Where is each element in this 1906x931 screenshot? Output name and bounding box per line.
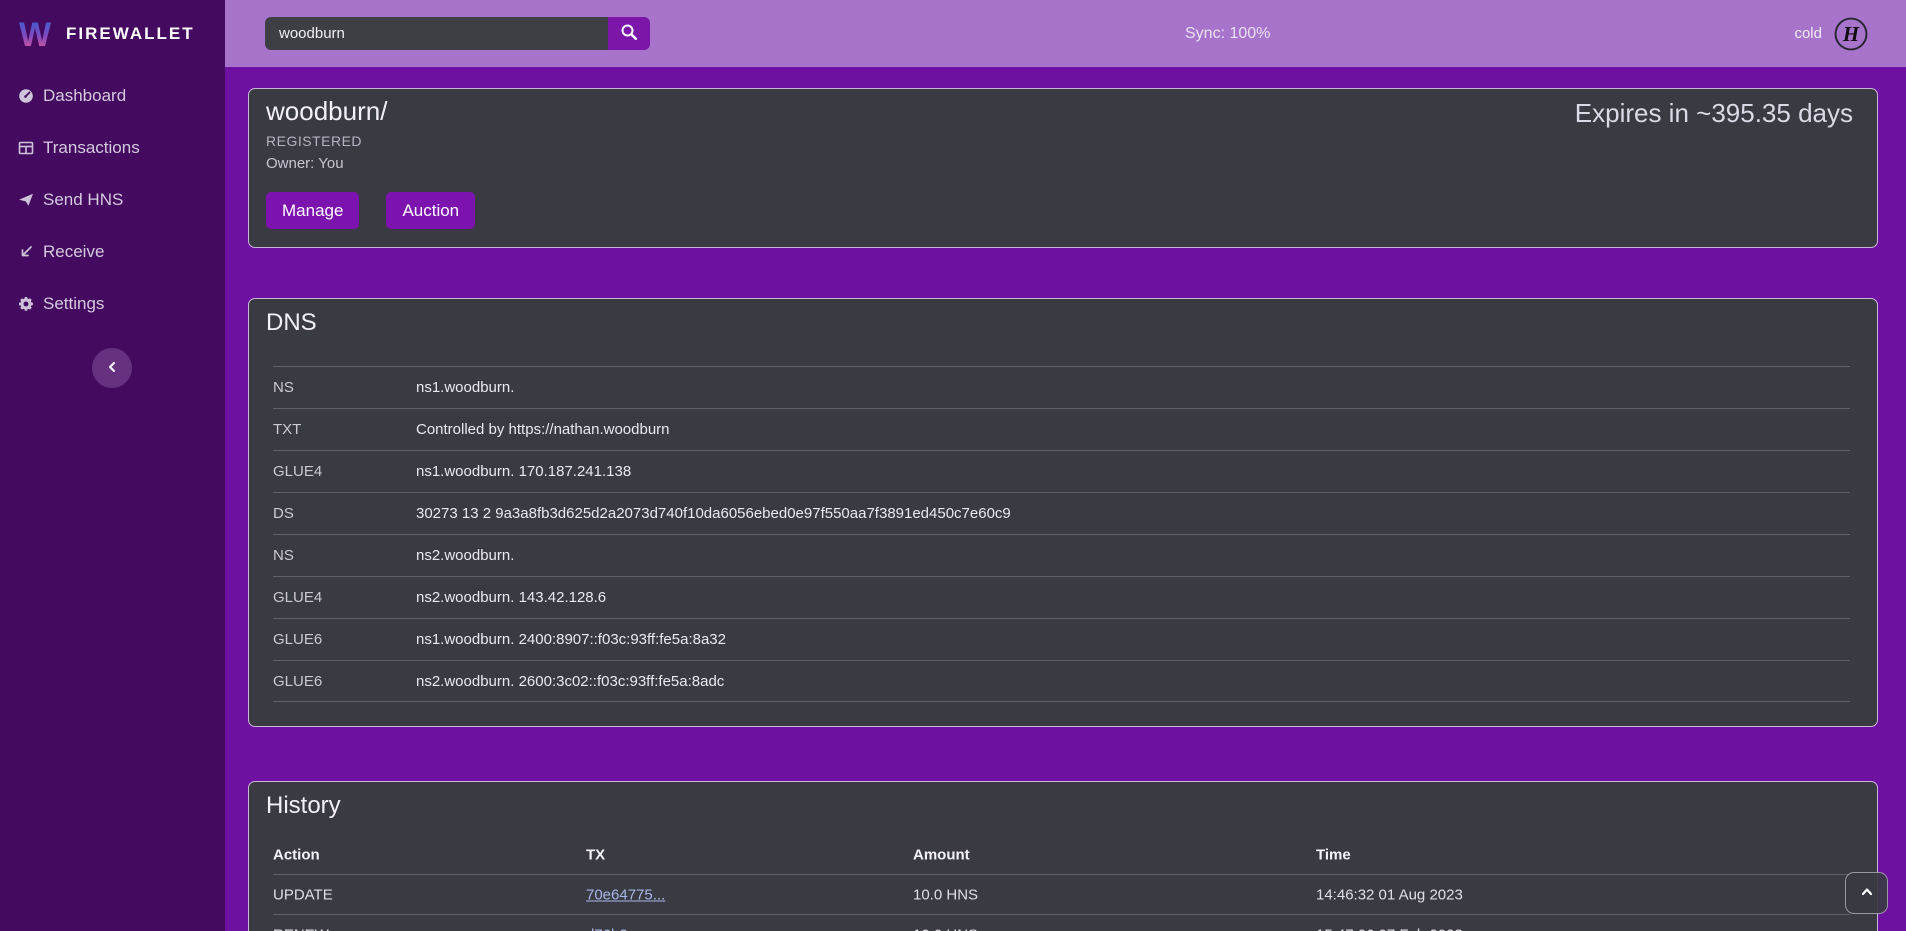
sidebar-item-receive[interactable]: Receive: [0, 226, 225, 278]
sidebar-item-settings[interactable]: Settings: [0, 278, 225, 330]
settings-icon: [18, 296, 34, 312]
domain-title: woodburn/: [266, 96, 387, 127]
send-icon: [18, 192, 34, 208]
sidebar-item-label: Send HNS: [43, 190, 123, 210]
dns-record-type: GLUE4: [273, 463, 416, 480]
domain-owner: Owner: You: [266, 155, 344, 172]
dns-record-type: NS: [273, 547, 416, 564]
history-rows: UPDATE 70e64775... 10.0 HNS 14:46:32 01 Aug…: [273, 874, 1850, 931]
history-table: Action TX Amount Time UPDATE 70e64775... 1…: [273, 835, 1850, 931]
history-amount: 10.0 HNS: [913, 926, 978, 931]
transactions-icon: [18, 140, 34, 156]
domain-card: woodburn/ REGISTERED Owner: You Manage A…: [248, 88, 1878, 248]
dns-record-value: ns1.woodburn. 170.187.241.138: [416, 463, 631, 480]
sidebar-item-send-hns[interactable]: Send HNS: [0, 174, 225, 226]
dns-title: DNS: [266, 309, 317, 337]
tx-link[interactable]: 70e64775...: [586, 886, 665, 903]
wallet-indicator: cold H: [1794, 0, 1868, 67]
dashboard-icon: [18, 88, 34, 104]
brand-name: FIREWALLET: [66, 24, 195, 44]
history-action: RENEW: [273, 926, 329, 931]
history-col-action: Action: [273, 846, 320, 863]
dns-record-type: GLUE6: [273, 673, 416, 690]
history-col-amount: Amount: [913, 846, 970, 863]
auction-button[interactable]: Auction: [386, 192, 475, 229]
history-header-row: Action TX Amount Time: [273, 835, 1850, 874]
history-time: 15:47:06 07 Feb 2023: [1316, 926, 1463, 931]
brand: W FIREWALLET: [0, 0, 225, 67]
chevron-left-icon: [105, 360, 119, 377]
dns-record-row: GLUE4ns2.woodburn. 143.42.128.6: [273, 576, 1850, 618]
svg-text:W: W: [19, 16, 52, 54]
search-input[interactable]: [265, 17, 608, 50]
sidebar-item-label: Receive: [43, 242, 104, 262]
tx-link[interactable]: d76b3a...: [586, 926, 649, 931]
dns-record-type: GLUE4: [273, 589, 416, 606]
chevron-up-icon: [1859, 884, 1875, 903]
search-icon: [620, 23, 638, 44]
sync-status: Sync: 100%: [1185, 0, 1270, 67]
dns-record-value: ns2.woodburn. 2600:3c02::f03c:93ff:fe5a:…: [416, 673, 724, 690]
search-group: [265, 17, 650, 50]
dns-card: DNS NSns1.woodburn.TXTControlled by http…: [248, 298, 1878, 727]
history-card: History Action TX Amount Time UPDATE 70e6…: [248, 781, 1878, 931]
dns-record-value: 30273 13 2 9a3a8fb3d625d2a2073d740f10da6…: [416, 505, 1011, 522]
dns-record-type: NS: [273, 379, 416, 396]
dns-record-row: GLUE6ns1.woodburn. 2400:8907::f03c:93ff:…: [273, 618, 1850, 660]
dns-record-row: GLUE4ns1.woodburn. 170.187.241.138: [273, 450, 1850, 492]
sidebar-collapse-button[interactable]: [92, 348, 132, 388]
handshake-icon: H: [1834, 17, 1868, 51]
domain-expiry: Expires in ~395.35 days: [1575, 98, 1853, 129]
main-content: woodburn/ REGISTERED Owner: You Manage A…: [225, 67, 1906, 931]
sidebar-item-dashboard[interactable]: Dashboard: [0, 70, 225, 122]
sidebar-nav: Dashboard Transactions Send HNS Receive Sett…: [0, 67, 225, 330]
domain-actions: Manage Auction: [266, 192, 475, 229]
dns-record-value: Controlled by https://nathan.woodburn: [416, 421, 670, 438]
receive-icon: [18, 244, 34, 260]
history-col-tx: TX: [586, 846, 605, 863]
dns-record-type: TXT: [273, 421, 416, 438]
wallet-name: cold: [1794, 25, 1822, 42]
sidebar-item-label: Settings: [43, 294, 104, 314]
svg-text:H: H: [1842, 21, 1860, 45]
dns-record-type: DS: [273, 505, 416, 522]
topbar: Sync: 100% cold H: [225, 0, 1906, 67]
dns-record-value: ns2.woodburn. 143.42.128.6: [416, 589, 606, 606]
history-action: UPDATE: [273, 886, 333, 903]
history-time: 14:46:32 01 Aug 2023: [1316, 886, 1463, 903]
history-row: UPDATE 70e64775... 10.0 HNS 14:46:32 01 Aug…: [273, 874, 1850, 914]
scroll-to-top-button[interactable]: [1845, 872, 1888, 914]
dns-record-row: TXTControlled by https://nathan.woodburn: [273, 408, 1850, 450]
dns-record-row: DS30273 13 2 9a3a8fb3d625d2a2073d740f10d…: [273, 492, 1850, 534]
dns-record-row: NSns1.woodburn.: [273, 366, 1850, 408]
history-amount: 10.0 HNS: [913, 886, 978, 903]
sidebar-item-label: Dashboard: [43, 86, 126, 106]
history-row: RENEW d76b3a... 10.0 HNS 15:47:06 07 Feb 20…: [273, 914, 1850, 931]
history-col-time: Time: [1316, 846, 1351, 863]
history-title: History: [266, 792, 341, 820]
sidebar-item-transactions[interactable]: Transactions: [0, 122, 225, 174]
dns-record-value: ns2.woodburn.: [416, 547, 514, 564]
sidebar-item-label: Transactions: [43, 138, 140, 158]
firewallet-logo-icon: W: [14, 13, 56, 55]
sidebar: W FIREWALLET Dashboard Transactions Send H…: [0, 0, 225, 931]
manage-button[interactable]: Manage: [266, 192, 359, 229]
dns-record-type: GLUE6: [273, 631, 416, 648]
dns-record-row: GLUE6ns2.woodburn. 2600:3c02::f03c:93ff:…: [273, 660, 1850, 702]
dns-record-value: ns1.woodburn.: [416, 379, 514, 396]
domain-status-badge: REGISTERED: [266, 133, 362, 149]
dns-record-row: NSns2.woodburn.: [273, 534, 1850, 576]
search-button[interactable]: [608, 17, 650, 50]
dns-record-value: ns1.woodburn. 2400:8907::f03c:93ff:fe5a:…: [416, 631, 726, 648]
dns-table: NSns1.woodburn.TXTControlled by https://…: [273, 366, 1850, 702]
